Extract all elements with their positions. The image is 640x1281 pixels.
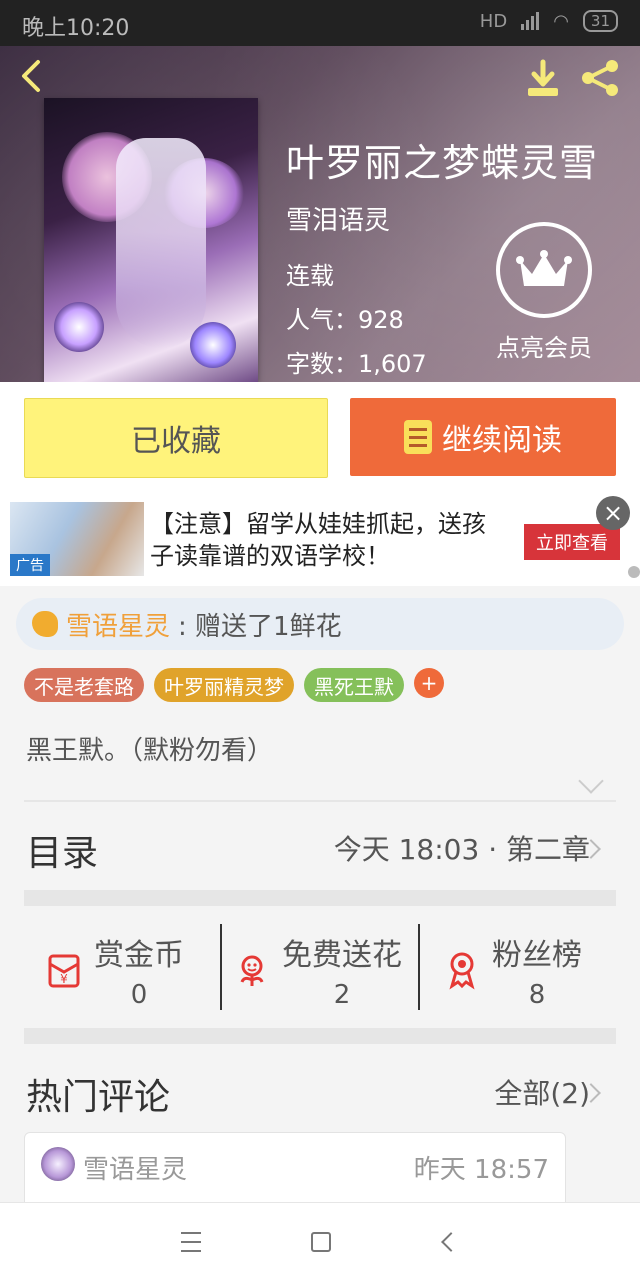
flower-icon (240, 955, 264, 986)
tag-item[interactable]: 不是老套路 (24, 668, 144, 702)
gift-notification: 雪语星灵 : 赠送了1鲜花 (16, 598, 624, 650)
section-gap (24, 890, 616, 906)
book-wordcount: 字数：1,607 (286, 350, 427, 378)
system-navbar (0, 1202, 640, 1281)
ad-cta-button[interactable]: 立即查看 (524, 524, 620, 560)
action-buttons: 已收藏 继续阅读 (0, 382, 640, 494)
svg-text:¥: ¥ (60, 972, 68, 986)
book-popularity: 人气：928 (286, 306, 404, 334)
stat-value: 8 (528, 980, 546, 1010)
book-header: 叶罗丽之梦蝶灵雪 雪泪语灵 连载 人气：928 字数：1,607 点亮会员 (0, 46, 640, 382)
gift-message: : 赠送了1鲜花 (178, 611, 342, 642)
back-icon[interactable] (14, 58, 50, 94)
tag-item[interactable]: 黑死王默 (304, 668, 404, 702)
tag-list: 不是老套路 叶罗丽精灵梦 黑死王默 + (24, 668, 444, 702)
stat-free-flowers[interactable]: 免费送花 2 (232, 920, 402, 1020)
continue-reading-label: 继续阅读 (442, 423, 562, 458)
stat-name: 粉丝榜 (492, 938, 582, 973)
stat-name: 免费送花 (282, 938, 402, 973)
status-right: HD ◠ 31 (480, 10, 618, 32)
divider (220, 924, 222, 1010)
download-icon[interactable] (522, 58, 564, 100)
book-title: 叶罗丽之梦蝶灵雪 (286, 141, 599, 185)
vip-membership-button[interactable]: 点亮会员 (486, 222, 602, 362)
hd-label: HD (479, 10, 508, 32)
wifi-icon: ◠ (553, 10, 569, 32)
stat-reward-coins[interactable]: ¥ 赏金币 0 (44, 920, 184, 1020)
share-icon[interactable] (578, 56, 622, 100)
ad-info-icon[interactable] (628, 566, 640, 578)
medal-icon (449, 952, 475, 990)
all-comments-link[interactable]: 全部(2) (494, 1072, 590, 1112)
gift-user[interactable]: 雪语星灵 (66, 606, 170, 643)
chevron-down-icon[interactable] (578, 768, 604, 794)
ad-banner[interactable]: 广告 【注意】留学从娃娃抓起，送孩子读靠谱的双语学校！ 立即查看 × (0, 494, 640, 586)
stats-row: ¥ 赏金币 0 免费送花 2 粉丝榜 8 (24, 906, 616, 1026)
hot-comments-header: 热门评论 全部(2) (0, 1046, 640, 1126)
back-icon[interactable] (436, 1227, 466, 1257)
vip-label: 点亮会员 (496, 334, 592, 362)
catalog-title: 目录 (26, 833, 99, 874)
add-tag-button[interactable]: + (414, 668, 444, 698)
signal-icon (521, 12, 540, 30)
stat-name: 赏金币 (94, 938, 184, 973)
book-author[interactable]: 雪泪语灵 (286, 200, 390, 237)
ad-tag: 广告 (10, 554, 50, 576)
catalog-row[interactable]: 目录 今天 18:03 · 第二章 (0, 802, 640, 890)
comment-user[interactable]: 雪语星灵 (83, 1149, 187, 1186)
stat-value: 2 (333, 980, 351, 1010)
divider (418, 924, 420, 1010)
battery-indicator: 31 (582, 10, 618, 32)
red-envelope-icon: ¥ (48, 954, 80, 988)
collect-button[interactable]: 已收藏 (24, 398, 328, 478)
book-cover-image[interactable] (44, 98, 258, 382)
hot-comments-title: 热门评论 (26, 1077, 171, 1118)
latest-chapter: 今天 18:03 · 第二章 (333, 833, 590, 866)
home-icon[interactable] (306, 1227, 336, 1257)
close-icon[interactable]: × (596, 496, 630, 530)
crown-icon (496, 222, 592, 318)
status-time: 晚上10:20 (22, 16, 130, 41)
avatar[interactable] (41, 1147, 75, 1181)
status-bar: 晚上10:20 HD ◠ 31 (0, 0, 640, 46)
book-intro: 黑王默。（默粉勿看） (26, 736, 274, 766)
menu-icon[interactable] (176, 1227, 206, 1257)
hand-icon (32, 611, 58, 637)
ad-image[interactable]: 广告 (10, 502, 144, 576)
comment-time: 昨天 18:57 (413, 1155, 549, 1185)
tag-item[interactable]: 叶罗丽精灵梦 (154, 668, 294, 702)
book-status: 连载 (286, 262, 334, 290)
stat-value: 0 (130, 980, 148, 1010)
stat-fan-ranking[interactable]: 粉丝榜 8 (442, 920, 582, 1020)
section-gap (24, 1028, 616, 1044)
ad-text[interactable]: 【注意】留学从娃娃抓起，送孩子读靠谱的双语学校！ (150, 508, 500, 572)
book-icon (404, 420, 432, 454)
continue-reading-button[interactable]: 继续阅读 (350, 398, 616, 476)
